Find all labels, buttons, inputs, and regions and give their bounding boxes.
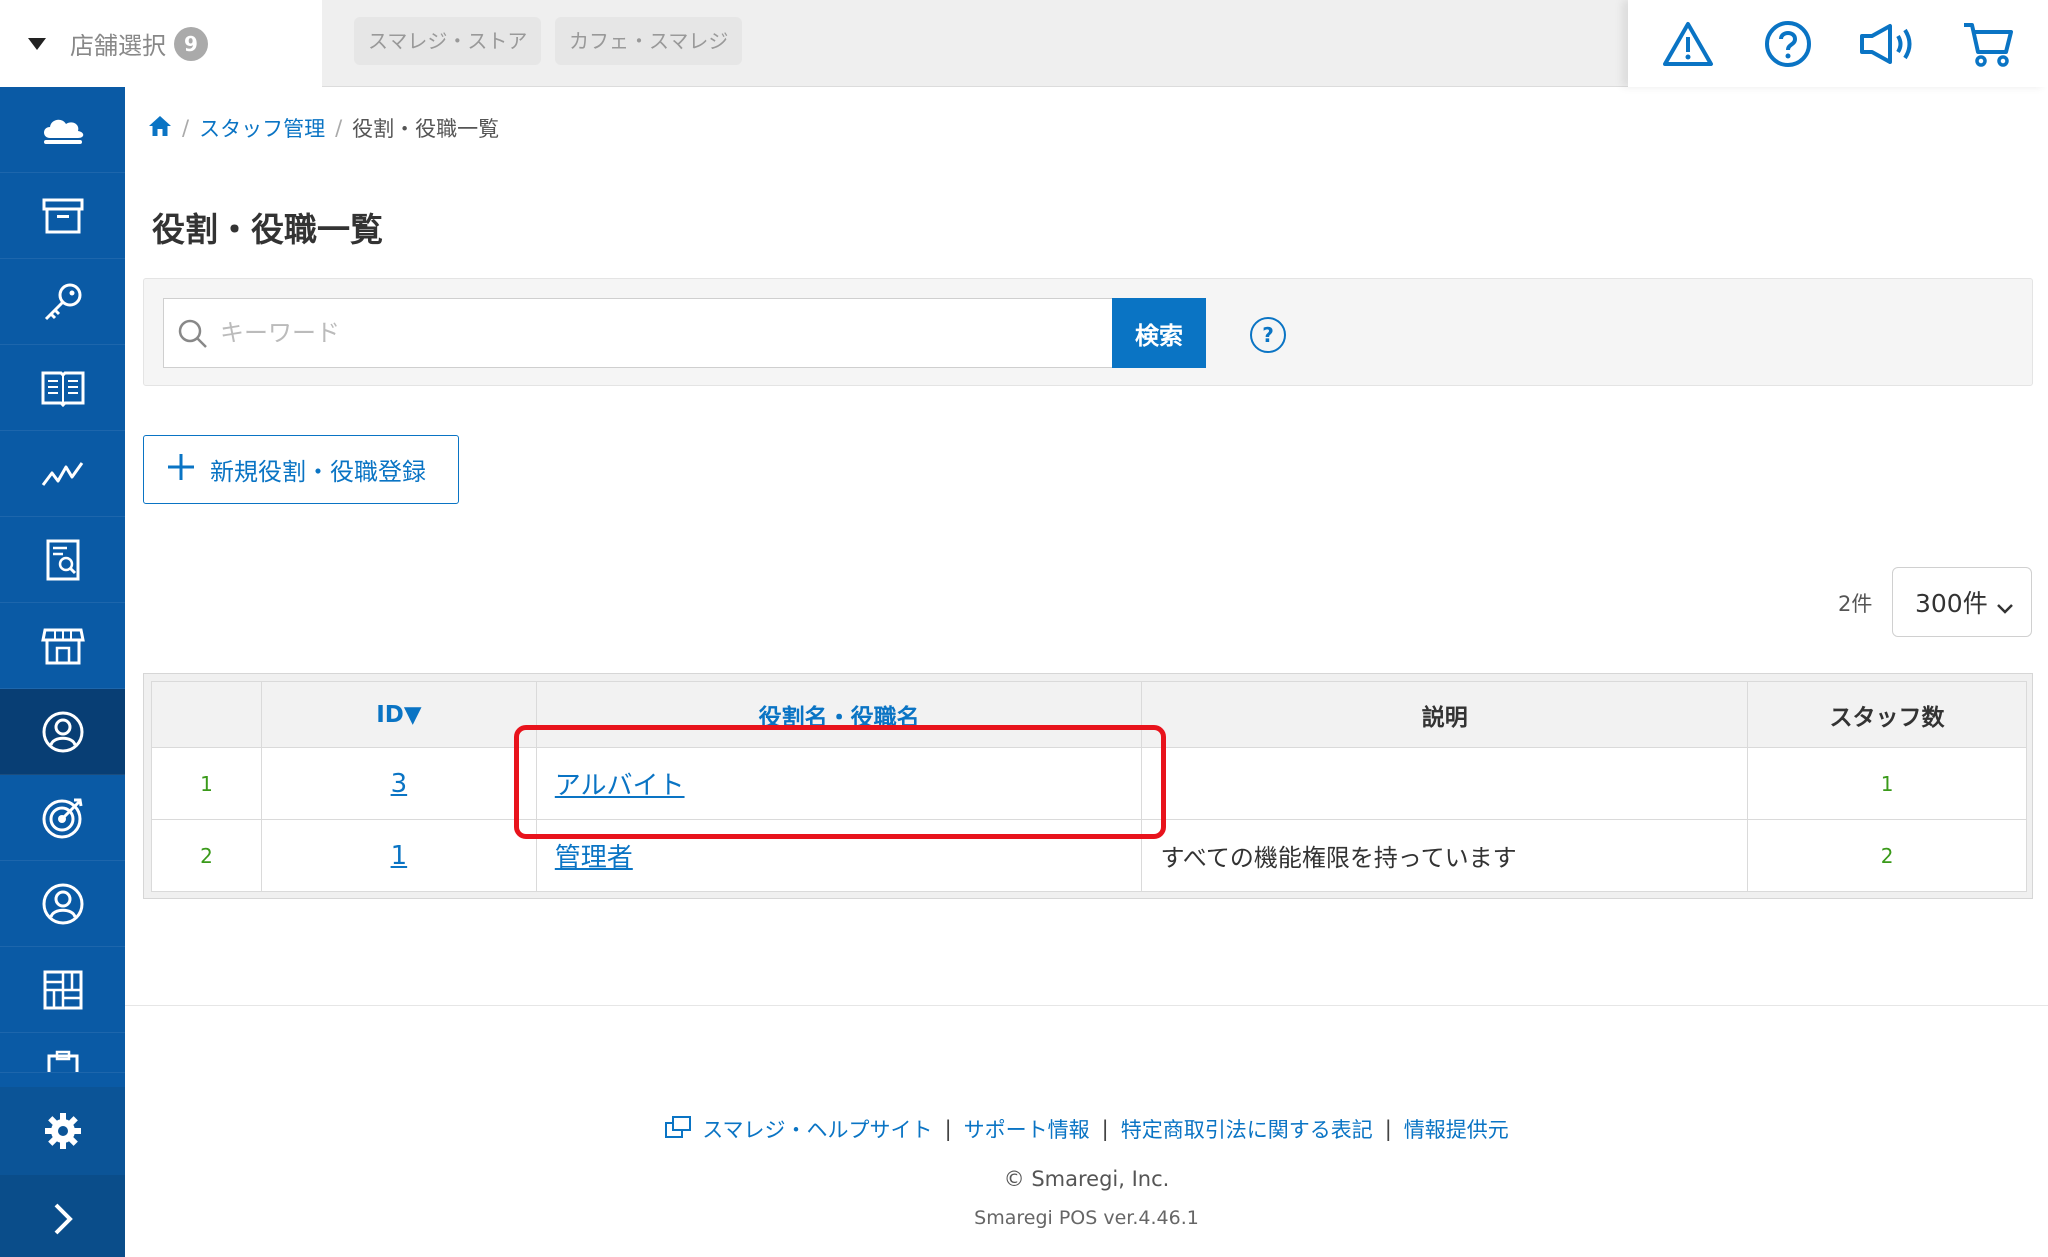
- archive-box-icon: [42, 198, 83, 233]
- role-name-cell: 管理者: [535, 819, 1143, 892]
- breadcrumb-separator: /: [335, 116, 343, 140]
- table-row: 1 3 アルバイト 1: [151, 747, 2027, 820]
- row-number: 1: [151, 747, 262, 820]
- search-input[interactable]: [220, 319, 1113, 347]
- report-icon: [46, 539, 79, 580]
- sidebar-item-staff[interactable]: [0, 689, 125, 775]
- footer-link-data-source[interactable]: 情報提供元: [1404, 1114, 1509, 1144]
- role-description: すべての機能権限を持っています: [1141, 819, 1749, 892]
- roles-table-container: ID▼ 役割名・役職名 説明 スタッフ数 1 3 アルバイト 1 2 1 管理者…: [143, 673, 2033, 899]
- store-select-dropdown[interactable]: 店舗選択 9: [0, 0, 322, 87]
- table-header-row: ID▼ 役割名・役職名 説明 スタッフ数: [151, 681, 2027, 748]
- sidebar-item-customer[interactable]: [0, 861, 125, 947]
- role-name-link[interactable]: アルバイト: [555, 771, 685, 801]
- chevron-right-icon: [54, 1203, 73, 1235]
- sidebar-item-key[interactable]: [0, 259, 125, 345]
- footer-divider: [125, 1005, 2048, 1006]
- store-select-label: 店舗選択: [70, 32, 166, 60]
- gear-icon: [44, 1113, 81, 1149]
- store-chip-2[interactable]: カフェ・スマレジ: [555, 17, 743, 65]
- settings-button[interactable]: [0, 1087, 125, 1175]
- role-id-link[interactable]: 3: [391, 769, 408, 799]
- table-row: 2 1 管理者 すべての機能権限を持っています 2: [151, 819, 2027, 892]
- home-icon[interactable]: [148, 115, 172, 142]
- sidebar-item-book[interactable]: [0, 345, 125, 431]
- result-count: 2件: [1838, 592, 1873, 616]
- header-description: 説明: [1141, 681, 1749, 748]
- header-staff-count: スタッフ数: [1747, 681, 2027, 748]
- grid-icon: [43, 970, 82, 1009]
- per-page-value: 300件: [1915, 589, 1988, 618]
- cart-icon[interactable]: [1958, 14, 2018, 74]
- role-name-link[interactable]: 管理者: [555, 843, 633, 873]
- row-number: 2: [151, 819, 262, 892]
- sidebar-item-cloud[interactable]: [0, 87, 125, 173]
- role-name-cell: アルバイト: [535, 747, 1143, 820]
- new-role-button-label: 新規役割・役職登録: [210, 458, 426, 486]
- footer-link-support[interactable]: サポート情報: [964, 1114, 1090, 1144]
- sidebar-item-target[interactable]: [0, 775, 125, 861]
- footer-link-help-site[interactable]: スマレジ・ヘルプサイト: [702, 1114, 932, 1144]
- footer-link-legal[interactable]: 特定商取引法に関する表記: [1121, 1114, 1373, 1144]
- key-icon: [44, 283, 81, 320]
- breadcrumb-separator: /: [182, 116, 190, 140]
- staff-count: 1: [1747, 747, 2027, 820]
- caret-down-icon: [28, 37, 46, 50]
- chart-line-icon: [41, 461, 83, 486]
- role-id-cell: 3: [260, 747, 537, 820]
- megaphone-icon[interactable]: [1858, 14, 1918, 74]
- target-icon: [42, 798, 82, 838]
- store-count-badge: 9: [174, 26, 208, 61]
- sidebar-item-analysis[interactable]: [0, 431, 125, 517]
- header-id-sort[interactable]: ID▼: [260, 681, 537, 748]
- per-page-select[interactable]: 300件: [1892, 567, 2032, 637]
- role-description: [1141, 747, 1749, 820]
- search-help-icon[interactable]: ?: [1250, 317, 1286, 353]
- footer-separator: |: [1384, 1117, 1392, 1141]
- search-button[interactable]: 検索: [1112, 298, 1206, 368]
- top-bar: 店舗選択 9 スマレジ・ストア カフェ・スマレジ: [0, 0, 2048, 87]
- top-icon-group: [1628, 0, 2048, 87]
- breadcrumb-current: 役割・役職一覧: [352, 117, 500, 141]
- breadcrumb-staff-management[interactable]: スタッフ管理: [199, 113, 325, 143]
- staff-icon: [42, 711, 83, 752]
- sidebar-item-archive[interactable]: [0, 173, 125, 259]
- plus-icon: [166, 452, 196, 488]
- sidebar-item-grid[interactable]: [0, 947, 125, 1033]
- sidebar: [0, 87, 125, 1257]
- footer-separator: |: [1101, 1117, 1109, 1141]
- header-no: [151, 681, 262, 748]
- chevron-down-icon: [1995, 592, 2015, 621]
- store-chip-1[interactable]: スマレジ・ストア: [354, 17, 542, 65]
- help-icon[interactable]: [1758, 14, 1818, 74]
- role-id-link[interactable]: 1: [391, 841, 408, 871]
- store-icon: [40, 628, 85, 664]
- page-title: 役割・役職一覧: [152, 210, 383, 249]
- sidebar-item-clipboard[interactable]: [0, 1033, 125, 1073]
- external-link-icon: [664, 1115, 692, 1144]
- book-icon: [41, 371, 84, 407]
- new-role-button[interactable]: 新規役割・役職登録: [143, 435, 459, 504]
- warning-icon[interactable]: [1658, 14, 1718, 74]
- staff-count: 2: [1747, 819, 2027, 892]
- search-icon: [176, 317, 210, 357]
- roles-table: ID▼ 役割名・役職名 説明 スタッフ数 1 3 アルバイト 1 2 1 管理者…: [151, 681, 2027, 892]
- sidebar-item-store[interactable]: [0, 603, 125, 689]
- clipboard-icon: [47, 1050, 78, 1072]
- role-id-cell: 1: [260, 819, 537, 892]
- search-panel: 検索 ?: [143, 278, 2033, 386]
- footer-separator: |: [944, 1117, 952, 1141]
- sidebar-item-report[interactable]: [0, 517, 125, 603]
- search-box: [163, 298, 1113, 368]
- version-label: Smaregi POS ver.4.46.1: [974, 1207, 1199, 1229]
- header-role-name-sort[interactable]: 役割名・役職名: [535, 681, 1143, 748]
- copyright: © Smaregi, Inc.: [1003, 1167, 1170, 1191]
- cloud-icon: [43, 119, 83, 144]
- breadcrumb: / スタッフ管理 / 役割・役職一覧: [148, 113, 499, 143]
- footer-links: スマレジ・ヘルプサイト | サポート情報 | 特定商取引法に関する表記 | 情報…: [125, 1114, 2048, 1144]
- customer-icon: [42, 883, 83, 924]
- sidebar-expand-button[interactable]: [0, 1175, 125, 1257]
